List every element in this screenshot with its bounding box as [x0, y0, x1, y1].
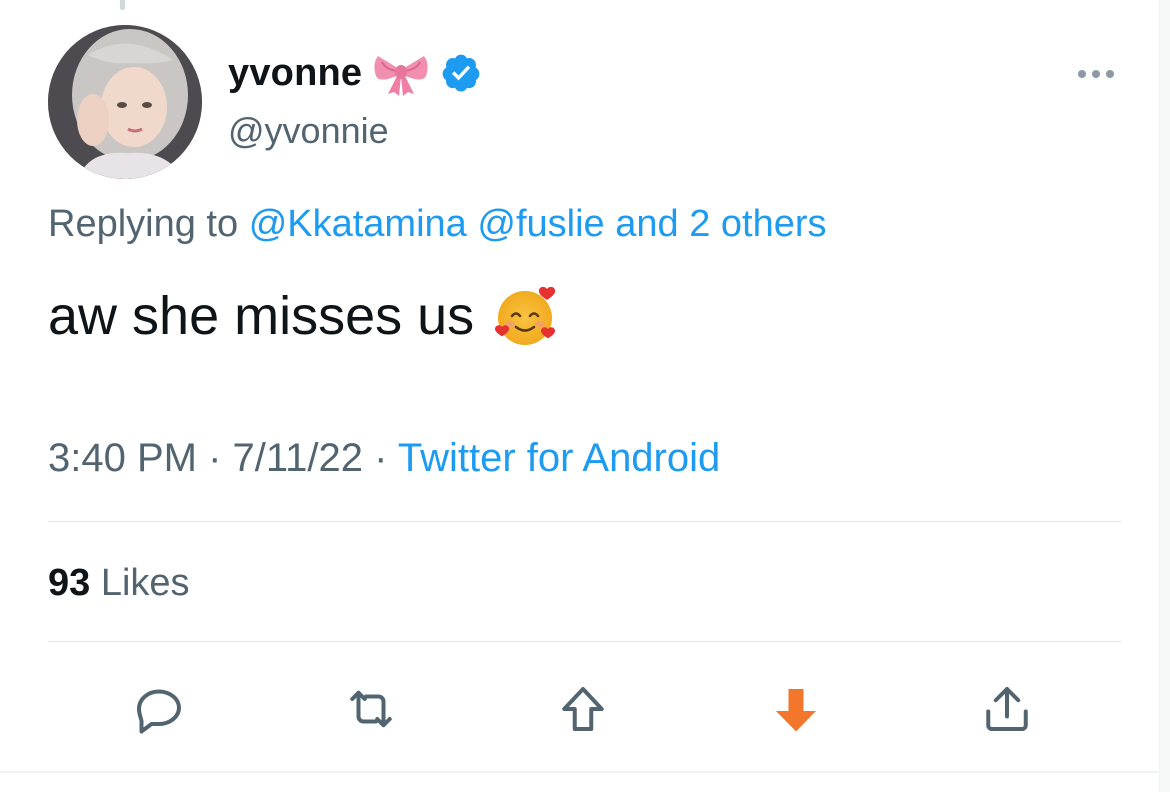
share-button[interactable] — [974, 676, 1040, 742]
divider — [48, 521, 1122, 522]
tweet-date[interactable]: 7/11/22 — [233, 436, 364, 480]
downvote-button[interactable] — [763, 676, 829, 742]
reply-button[interactable] — [126, 676, 192, 742]
thread-connector — [120, 0, 125, 10]
avatar-image — [48, 25, 202, 179]
upvote-icon — [562, 687, 604, 731]
more-options-button[interactable] — [1072, 60, 1120, 88]
smiling-face-with-hearts-icon — [492, 283, 562, 349]
likes-label: Likes — [100, 562, 190, 604]
more-options-dot — [1106, 70, 1114, 78]
likes-stat[interactable]: 93 Likes — [48, 562, 190, 605]
divider — [0, 771, 1160, 773]
tweet-source-link[interactable]: Twitter for Android — [398, 436, 720, 480]
ribbon-bow-icon — [372, 50, 430, 96]
tweet-time[interactable]: 3:40 PM — [48, 436, 197, 480]
mention-fuslie[interactable]: @fuslie — [477, 203, 604, 245]
more-options-icon — [1078, 70, 1086, 78]
reply-icon — [137, 689, 181, 734]
meta-separator: · — [208, 436, 222, 480]
display-name[interactable]: yvonne — [228, 52, 362, 95]
tweet-body: aw she misses us — [48, 286, 475, 346]
replying-to: Replying to @Kkatamina @fuslie and 2 oth… — [48, 203, 827, 246]
upvote-button[interactable] — [550, 676, 616, 742]
verified-badge-icon — [440, 52, 482, 94]
mention-kkatamina[interactable]: @Kkatamina — [249, 203, 467, 245]
likes-count: 93 — [48, 562, 91, 604]
author-name-row[interactable]: yvonne — [228, 50, 482, 96]
tweet-action-bar — [48, 676, 1122, 742]
divider — [48, 641, 1122, 642]
more-options-dot — [1092, 70, 1100, 78]
downvote-icon — [776, 689, 816, 732]
scrollbar-track[interactable] — [1159, 0, 1170, 792]
mention-others[interactable]: and 2 others — [615, 203, 826, 245]
author-handle[interactable]: @yvonnie — [228, 110, 389, 152]
retweet-icon — [350, 690, 392, 728]
tweet-text: aw she misses us — [48, 283, 562, 349]
share-icon — [986, 687, 1028, 731]
meta-separator: · — [374, 436, 388, 480]
retweet-button[interactable] — [338, 676, 404, 742]
tweet-meta: 3:40 PM · 7/11/22 · Twitter for Android — [48, 436, 720, 481]
replying-prefix: Replying to — [48, 203, 239, 245]
avatar[interactable] — [48, 25, 202, 179]
